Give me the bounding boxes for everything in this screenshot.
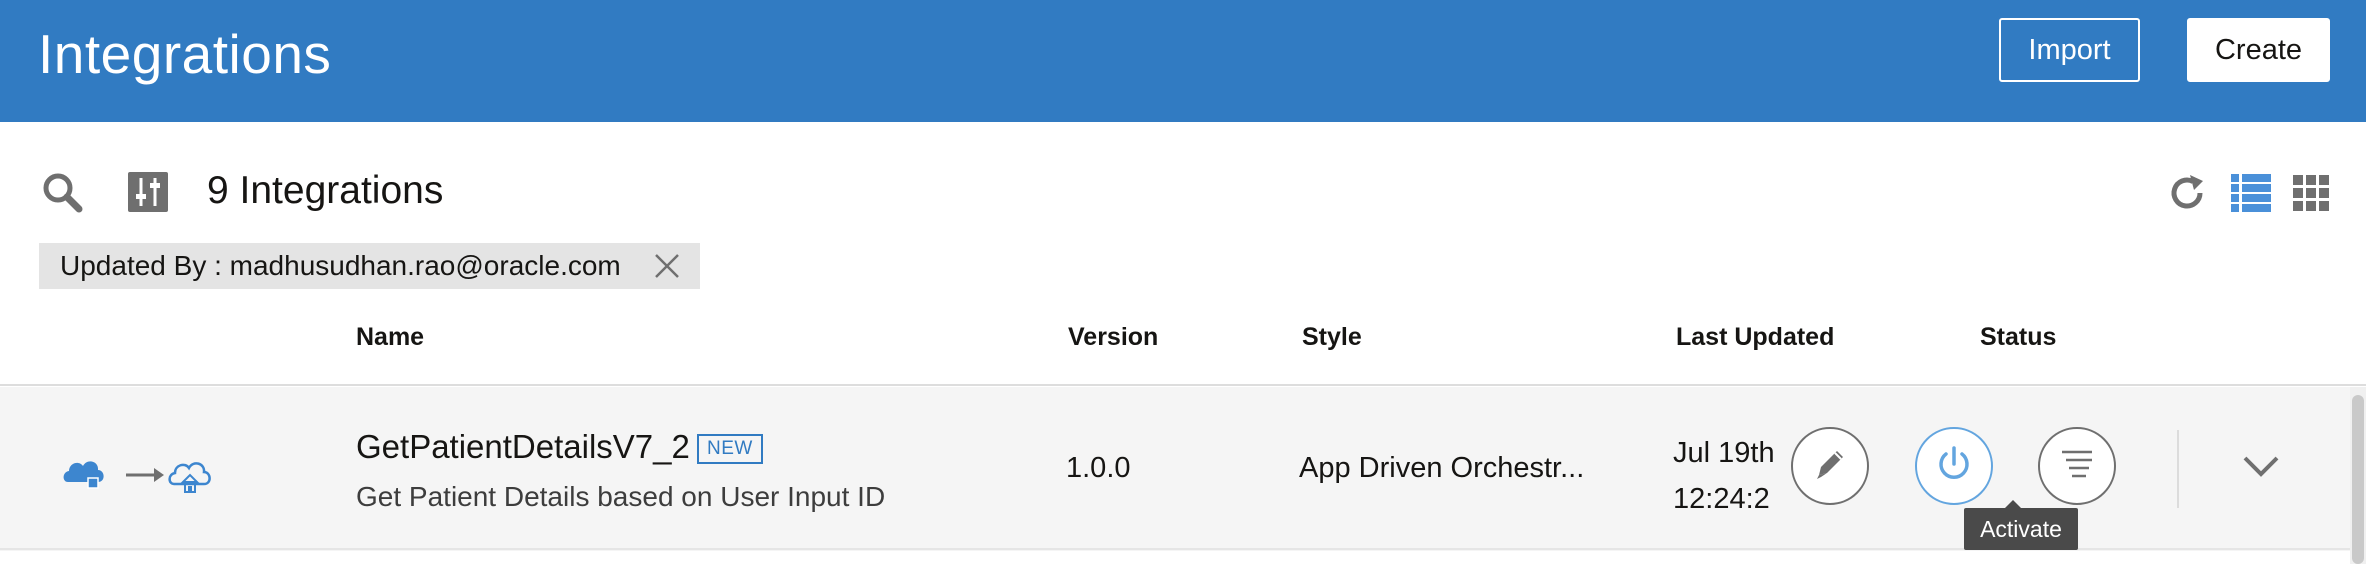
filter-chip-label: Updated By : madhusudhan.rao@oracle.com xyxy=(60,250,621,281)
power-icon xyxy=(1934,444,1974,489)
column-header-version[interactable]: Version xyxy=(1068,323,1158,352)
activate-tooltip: Activate xyxy=(1964,508,2078,550)
integration-style: App Driven Orchestr... xyxy=(1299,452,1585,484)
column-header-name[interactable]: Name xyxy=(356,323,424,352)
integration-flow-icon xyxy=(62,444,222,504)
new-badge: NEW xyxy=(697,434,763,464)
filter-chip: Updated By : madhusudhan.rao@oracle.com xyxy=(39,243,700,289)
list-view-icon[interactable] xyxy=(2228,170,2274,216)
integration-name[interactable]: GetPatientDetailsV7_2 xyxy=(356,428,690,466)
import-button[interactable]: Import xyxy=(1999,18,2140,82)
refresh-icon[interactable] xyxy=(2164,170,2210,216)
column-header-style[interactable]: Style xyxy=(1302,323,1362,352)
search-icon[interactable] xyxy=(38,168,86,216)
close-icon[interactable] xyxy=(651,250,683,282)
last-updated-time: 12:24:2 xyxy=(1673,483,1770,515)
last-updated-date: Jul 19th xyxy=(1673,437,1773,469)
grid-view-icon[interactable] xyxy=(2288,170,2334,216)
hamburger-icon xyxy=(2058,445,2096,488)
last-updated: Jul 19th 12:24:2 xyxy=(1673,430,1773,522)
create-button[interactable]: Create xyxy=(2187,18,2330,82)
edit-button[interactable] xyxy=(1791,427,1869,505)
column-header-status[interactable]: Status xyxy=(1980,323,2056,352)
actions-menu-button[interactable] xyxy=(2038,427,2116,505)
activate-button[interactable] xyxy=(1915,427,1993,505)
integration-description: Get Patient Details based on User Input … xyxy=(356,481,886,512)
integration-count: 9 Integrations xyxy=(207,169,444,212)
scrollbar-thumb[interactable] xyxy=(2352,395,2364,564)
column-header-last-updated[interactable]: Last Updated xyxy=(1676,323,1834,352)
chevron-down-icon[interactable] xyxy=(2237,450,2285,482)
header-divider xyxy=(0,384,2366,386)
pencil-icon xyxy=(1811,445,1849,488)
filter-icon[interactable] xyxy=(124,168,172,216)
page-title: Integrations xyxy=(38,23,332,85)
tooltip-arrow xyxy=(2005,500,2021,508)
integration-version: 1.0.0 xyxy=(1066,452,1131,484)
row-separator xyxy=(2177,430,2179,508)
